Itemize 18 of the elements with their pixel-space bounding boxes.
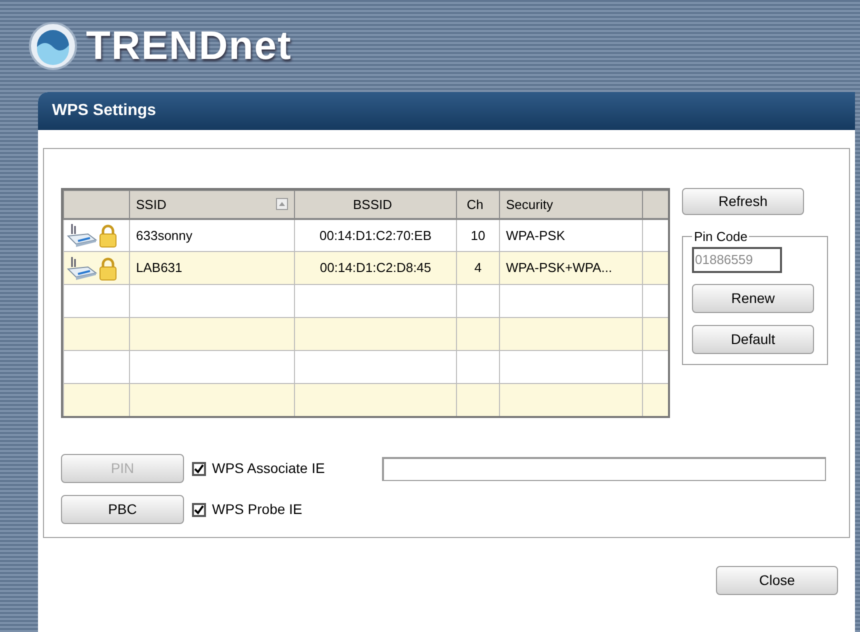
pin-code-label: Pin Code: [693, 228, 748, 246]
logo-icon: [28, 21, 78, 71]
router-icon: [66, 222, 98, 248]
close-button[interactable]: Close: [716, 566, 838, 595]
wps-mode-button[interactable]: PBC: [61, 495, 184, 524]
pin-code-button[interactable]: Default: [692, 324, 814, 354]
brand-logo-text: TRENDnet: [86, 23, 292, 70]
router-icon: [66, 255, 98, 281]
text-field[interactable]: [382, 456, 826, 480]
checkbox[interactable]: [192, 502, 206, 516]
pin-code-button[interactable]: Renew: [692, 284, 814, 312]
checkbox-label: WPS Probe IE: [212, 500, 304, 519]
refresh-button[interactable]: Refresh: [682, 188, 804, 215]
network-row[interactable]: 633sonny 00:14:D1:C2:70:EB 10 WPA-PSK: [64, 218, 668, 252]
pin-code-field[interactable]: 01886559: [692, 246, 782, 272]
network-row[interactable]: LAB631 00:14:D1:C2:D8:45 4 WPA-PSK+WPA...: [64, 252, 668, 284]
checkbox-label: WPS Associate IE: [212, 459, 326, 478]
window-title: WPS Settings: [52, 101, 156, 121]
